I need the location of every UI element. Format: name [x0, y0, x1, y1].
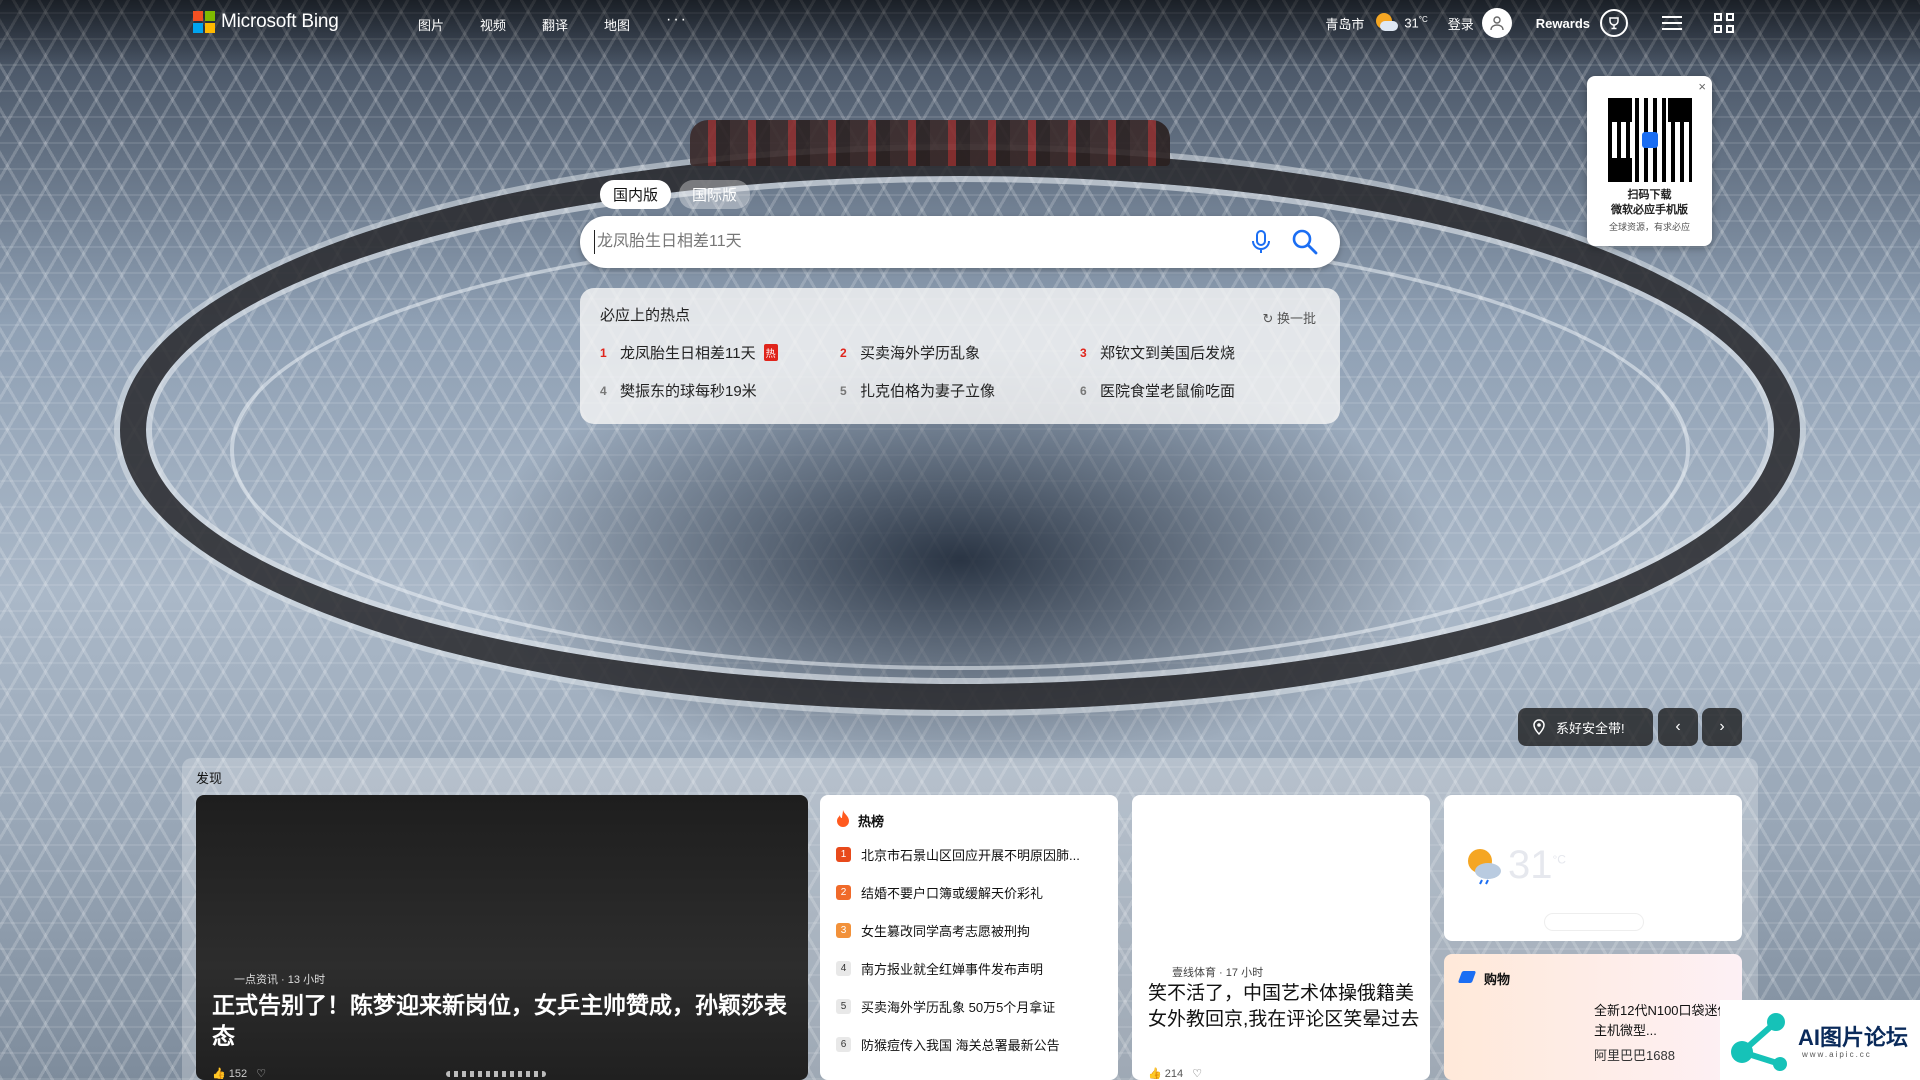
trending-panel: 必应上的热点 ↻ 换一批 1 龙凤胎生日相差11天 热 2 买卖海外学历乱象 3 郑钦… [580, 288, 1340, 424]
shopping-card[interactable]: 购物 全新12代N100口袋迷你主机微型... 阿里巴巴1688 [1444, 954, 1742, 1080]
bing-logo[interactable]: Microsoft Bing [193, 11, 339, 33]
hot-list-item[interactable]: 5 买卖海外学历乱象 50万5个月拿证 [836, 997, 1108, 1016]
city-label[interactable]: 青岛市 [1325, 14, 1364, 33]
watermark-text: AI图片论坛 [1798, 1025, 1909, 1050]
nav-videos[interactable]: 视频 [480, 15, 542, 34]
news-card-main[interactable]: 一点资讯 · 13 小时 正式告别了！陈梦迎来新岗位，女乒主帅赞成，孙颖莎表态 … [196, 795, 808, 1080]
shopping-title: 购物 [1484, 972, 1511, 987]
news-headline[interactable]: 正式告别了！陈梦迎来新岗位，女乒主帅赞成，孙颖莎表态 [212, 990, 792, 1052]
hot-list-title: 热榜 [858, 814, 885, 829]
microphone-icon[interactable] [1249, 229, 1273, 255]
rewards-trophy-icon[interactable] [1600, 9, 1628, 37]
hot-list-item[interactable]: 1 北京市石景山区回应开展不明原因肺... [836, 845, 1108, 864]
trending-item[interactable]: 3 郑钦文到美国后发烧 [1080, 342, 1235, 363]
hot-list-item[interactable]: 4 南方报业就全红婵事件发布声明 [836, 959, 1108, 978]
weather-icon[interactable] [1374, 11, 1399, 35]
nav-more-button[interactable]: ··· [666, 11, 728, 34]
weather-card[interactable]: 31°C [1444, 795, 1742, 941]
qr-line3: 全球资源，有求必应 [1608, 222, 1690, 232]
watermark-logo-icon [1731, 1013, 1787, 1071]
next-image-button[interactable]: › [1702, 708, 1742, 746]
search-box [580, 216, 1340, 268]
news-source: 一点资讯 · 13 小时 [234, 974, 326, 986]
nav-translate[interactable]: 翻译 [542, 15, 604, 34]
qr-download-popup: × 扫码下载 微软必应手机版 全球资源，有求必应 [1587, 76, 1712, 246]
rewards-link[interactable]: Rewards [1536, 16, 1590, 31]
news-source: 壹线体育 · 17 小时 [1172, 967, 1264, 979]
trending-item[interactable]: 5 扎克伯格为妻子立像 [840, 380, 995, 401]
search-icon[interactable] [1291, 228, 1319, 256]
hot-list-item[interactable]: 6 防猴痘传入我国 海关总署最新公告 [836, 1035, 1108, 1054]
nav-maps[interactable]: 地图 [604, 15, 666, 34]
discover-label: 发现 [196, 771, 223, 786]
watermark-url: www.aipic.cc [1802, 1050, 1872, 1059]
tab-domestic[interactable]: 国内版 [600, 180, 672, 209]
header-temperature[interactable]: 31°C [1404, 15, 1427, 30]
fire-icon [837, 810, 849, 827]
trending-item[interactable]: 4 樊振东的球每秒19米 [600, 380, 757, 401]
partly-cloudy-rain-icon [1468, 849, 1501, 885]
prev-image-button[interactable]: ‹ [1658, 708, 1698, 746]
nav-images[interactable]: 图片 [418, 15, 480, 34]
top-nav: 图片 视频 翻译 地图 ··· [418, 11, 728, 34]
product-name[interactable]: 全新12代N100口袋迷你主机微型... [1594, 1001, 1734, 1041]
like-button[interactable]: 👍 214 ♡ [1148, 1067, 1202, 1080]
product-seller: 阿里巴巴1688 [1594, 1048, 1675, 1063]
user-icon [1490, 16, 1504, 31]
logo-text: Microsoft Bing [221, 11, 339, 32]
avatar[interactable] [1481, 8, 1512, 38]
qr-code-image [1607, 98, 1692, 182]
hot-list-card: 热榜 1 北京市石景山区回应开展不明原因肺... 2 结婚不要户口簿或缓解天价彩礼 … [820, 795, 1118, 1080]
trending-item[interactable]: 2 买卖海外学历乱象 [840, 342, 980, 363]
weather-temperature: 31°C [1508, 843, 1566, 887]
trending-title: 必应上的热点 [600, 307, 691, 324]
microsoft-logo-icon [193, 11, 215, 33]
search-input[interactable] [594, 230, 1214, 254]
hot-list-item[interactable]: 3 女生篡改同学高考志愿被刑拘 [836, 921, 1108, 940]
top-header: Microsoft Bing 图片 视频 翻译 地图 ··· 青岛市 31°C … [0, 0, 1920, 46]
hamburger-menu-icon[interactable] [1662, 16, 1682, 30]
carousel-dots[interactable] [446, 1071, 546, 1077]
tab-international[interactable]: 国际版 [679, 180, 751, 209]
image-location-label: 系好安全带! [1556, 720, 1625, 736]
like-button[interactable]: 👍 152 ♡ [212, 1067, 266, 1080]
header-right: 青岛市 31°C 登录 Rewards [1325, 8, 1734, 38]
region-tabs: 国内版 国际版 [600, 180, 751, 209]
qr-line2: 微软必应手机版 [1611, 204, 1688, 216]
qr-code-icon[interactable] [1714, 13, 1734, 33]
background-coaster-train [690, 120, 1170, 166]
price-tag-icon [1457, 971, 1477, 983]
close-icon[interactable]: × [1698, 79, 1706, 94]
image-location-pill[interactable]: 系好安全带! [1518, 708, 1653, 746]
watermark: AI图片论坛 www.aipic.cc [1720, 1000, 1920, 1080]
weather-forecast-bar[interactable] [1544, 913, 1644, 931]
location-pin-icon [1533, 719, 1545, 735]
trending-item[interactable]: 6 医院食堂老鼠偷吃面 [1080, 380, 1235, 401]
news-card-sports[interactable]: 壹线体育 · 17 小时 笑不活了，中国艺术体操俄籍美女外教回京,我在评论区笑晕… [1132, 795, 1430, 1080]
qr-line1: 扫码下载 [1627, 189, 1672, 201]
trending-item[interactable]: 1 龙凤胎生日相差11天 热 [600, 342, 778, 363]
hot-badge: 热 [763, 344, 778, 361]
news-headline[interactable]: 笑不活了，中国艺术体操俄籍美女外教回京,我在评论区笑晕过去 [1148, 981, 1420, 1033]
login-link[interactable]: 登录 [1448, 14, 1474, 33]
refresh-button[interactable]: ↻ 换一批 [1262, 308, 1316, 327]
hot-list-item[interactable]: 2 结婚不要户口簿或缓解天价彩礼 [836, 883, 1108, 902]
